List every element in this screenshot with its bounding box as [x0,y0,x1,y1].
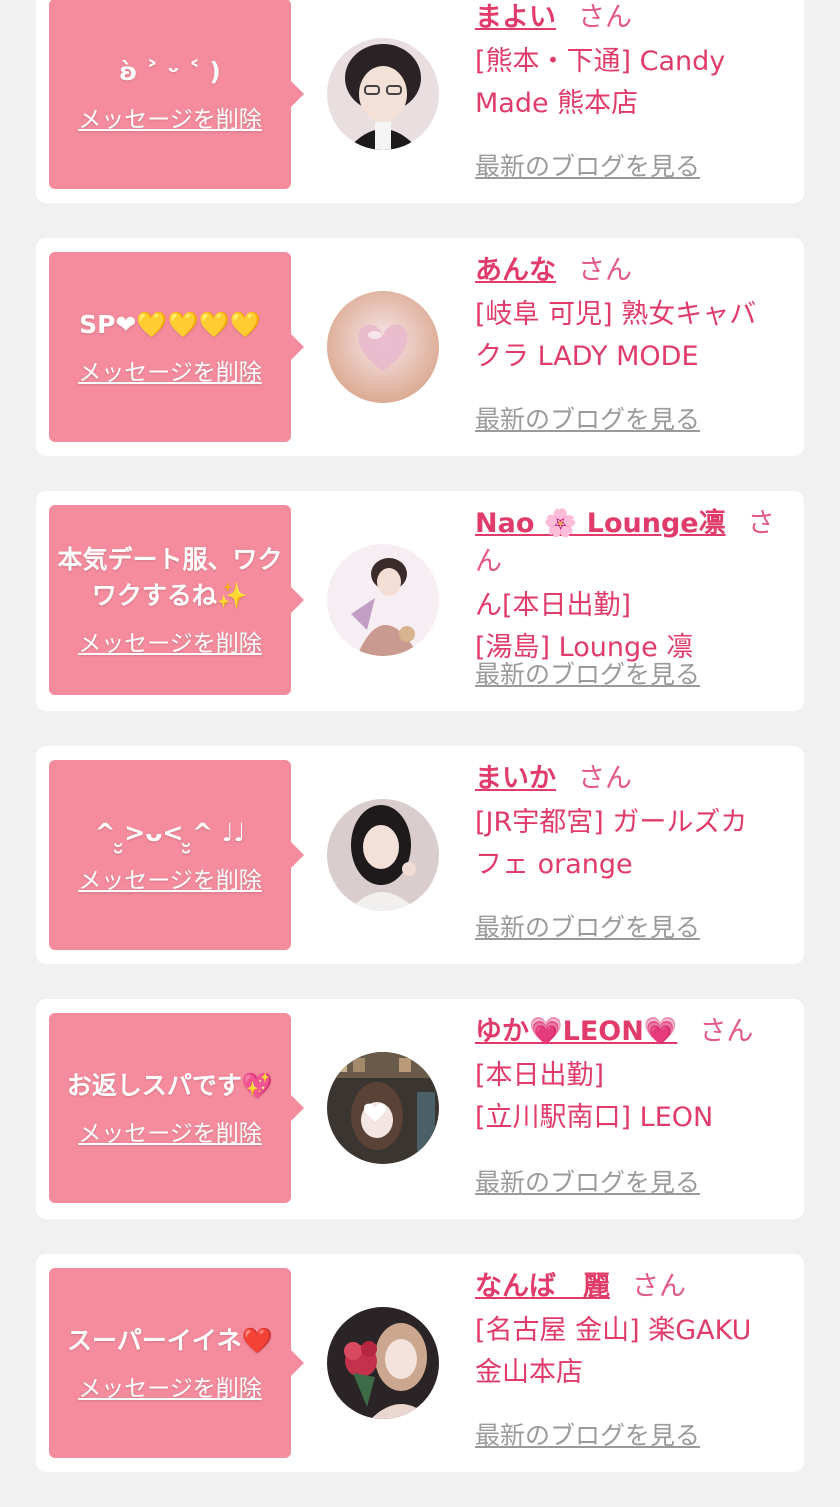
shop-line: Made 熊本店 [475,88,639,119]
shop-line: [岐阜 可児] 熟女キャバ [475,299,757,330]
message-text: スーパーイイネ❤️ [67,1326,273,1355]
shop-info: [岐阜 可児] 熟女キャバ クラ LADY MODE [475,294,787,378]
name-line: なんば 麗さん [475,1268,787,1306]
latest-blog-link[interactable]: 最新のブログを見る [475,1416,700,1452]
honorific: さん [699,1016,754,1047]
delete-message-link[interactable]: メッセージを削除 [78,353,262,387]
latest-blog-link[interactable]: 最新のブログを見る [475,1163,700,1199]
delete-message-link[interactable]: メッセージを削除 [78,624,262,658]
message-bubble: お返しスパです💖 メッセージを削除 [49,1013,304,1203]
message-bubble: SP❤︎💛💛💛💛 メッセージを削除 [49,252,304,442]
message-card: ʚ̀ ˃ ᵕ ˂ ) メッセージを削除 まよい さん [熊本・下通] Candy … [36,0,804,203]
profile-name-link[interactable]: まいか [475,763,556,794]
shop-info: [JR宇都宮] ガールズカ フェ orange [475,802,787,886]
profile-info: あんな さん [岐阜 可児] 熟女キャバ クラ LADY MODE [475,252,787,378]
message-card: ^ ̮̮>ᴗ< ̮̮^ ♩♩ メッセージを削除 まいか さん [JR宇都宮] ガー… [36,746,804,964]
avatar[interactable] [327,38,439,150]
profile-name-link[interactable]: まよい [475,2,556,33]
shop-info: [本日出勤] [立川駅南口] LEON [475,1055,787,1139]
shop-line: 金山本店 [475,1357,583,1388]
shop-line: [名古屋 金山] 楽GAKU [475,1315,752,1346]
profile-info: まいか さん [JR宇都宮] ガールズカ フェ orange [475,760,787,886]
shop-line: クラ LADY MODE [475,341,699,372]
message-list: ʚ̀ ˃ ᵕ ˂ ) メッセージを削除 まよい さん [熊本・下通] Candy … [0,0,840,1507]
latest-blog-link[interactable]: 最新のブログを見る [475,908,700,944]
name-line: Nao 🌸 Lounge凛 さん [475,505,787,581]
name-line: まいか さん [475,760,787,798]
message-card: スーパーイイネ❤️ メッセージを削除 なんば 麗さん [名古屋 金山] 楽GAK… [36,1254,804,1472]
message-text: 本気デート服、ワクワクするね✨ [57,545,283,610]
shop-info: [熊本・下通] Candy Made 熊本店 [475,41,787,125]
shop-line: [本日出勤] [475,1060,605,1091]
shop-line: [熊本・下通] Candy [475,46,726,77]
profile-info: ゆか💗LEON💗 さん [本日出勤] [立川駅南口] LEON [475,1013,787,1139]
message-bubble: ^ ̮̮>ᴗ< ̮̮^ ♩♩ メッセージを削除 [49,760,304,950]
message-text: ^ ̮̮>ᴗ< ̮̮^ ♩♩ [94,818,246,847]
message-bubble: 本気デート服、ワクワクするね✨ メッセージを削除 [49,505,304,695]
profile-info: なんば 麗さん [名古屋 金山] 楽GAKU 金山本店 [475,1268,787,1394]
profile-info: Nao 🌸 Lounge凛 さん ん[本日出勤] [湯島] Lounge 凛 [475,505,787,669]
avatar[interactable] [327,1052,439,1164]
avatar[interactable] [327,291,439,403]
name-line: あんな さん [475,252,787,290]
avatar[interactable] [327,1307,439,1419]
profile-name-link[interactable]: Nao 🌸 Lounge凛 [475,508,726,539]
shop-line: [立川駅南口] LEON [475,1102,714,1133]
profile-info: まよい さん [熊本・下通] Candy Made 熊本店 [475,0,787,125]
profile-name-link[interactable]: なんば 麗 [475,1271,610,1302]
profile-name-link[interactable]: ゆか💗LEON💗 [475,1016,677,1047]
avatar[interactable] [327,799,439,911]
message-bubble: ʚ̀ ˃ ᵕ ˂ ) メッセージを削除 [49,0,304,189]
message-card: お返しスパです💖 メッセージを削除 ゆか💗LEON💗 さん [本日出勤] [立川… [36,999,804,1219]
honorific: さん [578,2,632,33]
message-text: ʚ̀ ˃ ᵕ ˂ ) [119,57,221,86]
message-card: 本気デート服、ワクワクするね✨ メッセージを削除 Nao 🌸 Lounge凛 さん… [36,491,804,711]
honorific: さん [578,255,632,286]
latest-blog-link[interactable]: 最新のブログを見る [475,655,700,691]
delete-message-link[interactable]: メッセージを削除 [78,861,262,895]
shop-line: ん[本日出勤] [475,590,632,621]
message-bubble: スーパーイイネ❤️ メッセージを削除 [49,1268,304,1458]
honorific: さん [578,763,632,794]
delete-message-link[interactable]: メッセージを削除 [78,100,262,134]
latest-blog-link[interactable]: 最新のブログを見る [475,147,700,183]
shop-info: [名古屋 金山] 楽GAKU 金山本店 [475,1310,787,1394]
message-card: SP❤︎💛💛💛💛 メッセージを削除 あんな さん [岐阜 可児] 熟女キャバ ク… [36,238,804,456]
shop-line: [JR宇都宮] ガールズカ [475,807,748,838]
delete-message-link[interactable]: メッセージを削除 [78,1369,262,1403]
shop-line: フェ orange [475,849,633,880]
honorific: さん [632,1271,686,1302]
delete-message-link[interactable]: メッセージを削除 [78,1114,262,1148]
name-line: まよい さん [475,0,787,37]
name-line: ゆか💗LEON💗 さん [475,1013,787,1051]
profile-name-link[interactable]: あんな [475,255,556,286]
message-text: SP❤︎💛💛💛💛 [79,310,261,339]
latest-blog-link[interactable]: 最新のブログを見る [475,400,700,436]
message-text: お返しスパです💖 [66,1071,274,1100]
avatar[interactable] [327,544,439,656]
